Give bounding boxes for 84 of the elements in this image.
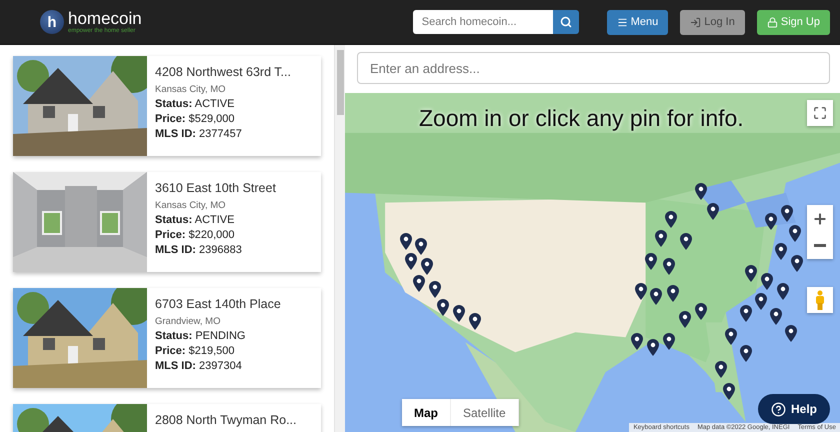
listing-city: Kansas City, MO (155, 84, 227, 95)
listing-status: Status: PENDING (155, 330, 246, 342)
map-pin-icon[interactable] (437, 299, 449, 316)
map-pin-icon[interactable] (413, 275, 425, 292)
map-pin-icon[interactable] (680, 233, 692, 250)
map-pin-icon[interactable] (453, 305, 465, 322)
map-type-tab[interactable]: Map (402, 399, 451, 426)
address-field[interactable]: Enter an address... (357, 52, 830, 84)
plus-icon (812, 210, 828, 226)
map-pin-icon[interactable] (631, 333, 643, 350)
map-pin-icon[interactable] (745, 265, 757, 282)
listing-card[interactable]: 3610 East 10th Street Kansas City, MO Status: ACTIVE Price: $220,000 MLS ID: 2396883 (13, 172, 321, 272)
map-pin-icon[interactable] (469, 313, 481, 330)
listing-card[interactable]: 4208 Northwest 63rd T... Kansas City, MO Status: ACTIVE Price: $529,000 MLS ID: 2377457 (13, 56, 321, 156)
map-pin-icon[interactable] (645, 253, 657, 270)
lock-icon (766, 16, 778, 28)
listing-mls-id: MLS ID: 2377457 (155, 128, 243, 140)
map-pin-icon[interactable] (695, 303, 707, 320)
minus-icon (814, 244, 826, 247)
brand-name: homecoin (68, 10, 142, 28)
help-button[interactable]: Help (758, 394, 830, 424)
listing-status: Status: ACTIVE (155, 214, 236, 226)
map-pin-icon[interactable] (715, 361, 727, 378)
map-pin-icon[interactable] (650, 288, 662, 305)
map-pin-icon[interactable] (761, 273, 773, 290)
search-field[interactable]: Search homecoin... (412, 10, 553, 34)
map-pin-icon[interactable] (667, 285, 679, 302)
search-icon (560, 16, 572, 28)
listing-price: Price: $220,000 (155, 229, 236, 241)
map-pin-icon[interactable] (415, 238, 427, 255)
listing-city: Kansas City, MO (155, 200, 227, 211)
map-pin-icon[interactable] (789, 225, 801, 242)
listing-address[interactable]: 3610 East 10th Street (155, 181, 276, 195)
listing-address[interactable]: 4208 Northwest 63rd T... (155, 65, 291, 79)
map-pin-icon[interactable] (725, 328, 737, 345)
map-pin-icon[interactable] (647, 339, 659, 356)
fullscreen-icon (813, 106, 827, 120)
menu-icon (616, 16, 628, 28)
zoom-out-button[interactable] (807, 232, 833, 259)
zoom-in-button[interactable] (807, 205, 833, 232)
map-pin-icon[interactable] (775, 243, 787, 260)
login-icon (690, 16, 702, 28)
listing-city: Grandview, MO (155, 316, 222, 327)
listing-status: Status: ACTIVE (155, 98, 236, 110)
map-hint: Zoom in or click any pin for info. (419, 105, 744, 132)
map-pin-icon[interactable] (405, 253, 417, 270)
map-pin-icon[interactable] (791, 255, 803, 272)
map-pin-icon[interactable] (755, 293, 767, 310)
fullscreen-button[interactable] (807, 100, 833, 126)
listing-mls-id: MLS ID: 2396883 (155, 244, 243, 256)
map-pin-icon[interactable] (679, 311, 691, 328)
map-pin-icon[interactable] (770, 308, 782, 325)
person-icon (815, 290, 825, 310)
map-pin-icon[interactable] (765, 213, 777, 230)
help-icon (770, 402, 786, 416)
map-pin-icon[interactable] (429, 281, 441, 298)
listing-price: Price: $219,500 (155, 345, 236, 357)
map-pin-icon[interactable] (663, 333, 675, 350)
map-pin-icon[interactable] (707, 203, 719, 220)
listing-address[interactable]: 6703 East 140th Place (155, 297, 281, 311)
listing-card[interactable]: 6703 East 140th Place Grandview, MO Status: PENDING Price: $219,500 MLS ID: 2397304 (13, 288, 321, 388)
listing-card[interactable]: 2808 North Twyman Ro... (13, 404, 321, 432)
map-pin-icon[interactable] (665, 211, 677, 228)
map-pin-icon[interactable] (663, 258, 675, 275)
map-pin-icon[interactable] (635, 283, 647, 300)
listing-mls-id: MLS ID: 2397304 (155, 360, 243, 372)
map-pin-icon[interactable] (655, 230, 667, 247)
map-pin-icon[interactable] (400, 233, 412, 250)
map-pin-icon[interactable] (421, 258, 433, 275)
map-pin-icon[interactable] (740, 345, 752, 362)
scrollbar-thumb[interactable] (337, 50, 344, 115)
map-pin-icon[interactable] (723, 383, 735, 400)
map-type-tab[interactable]: Satellite (451, 399, 519, 426)
map-pin-icon[interactable] (777, 283, 789, 300)
map-pin-icon[interactable] (740, 305, 752, 322)
map-pin-icon[interactable] (695, 183, 707, 200)
listing-address[interactable]: 2808 North Twyman Ro... (155, 413, 297, 427)
menu-button[interactable]: Menu (606, 10, 668, 34)
logo-icon[interactable]: h (40, 10, 64, 34)
map-pin-icon[interactable] (785, 325, 797, 342)
scrollbar[interactable] (334, 45, 345, 432)
map-pin-icon[interactable] (781, 205, 793, 222)
search-button[interactable] (552, 10, 579, 34)
listing-price: Price: $529,000 (155, 113, 236, 125)
